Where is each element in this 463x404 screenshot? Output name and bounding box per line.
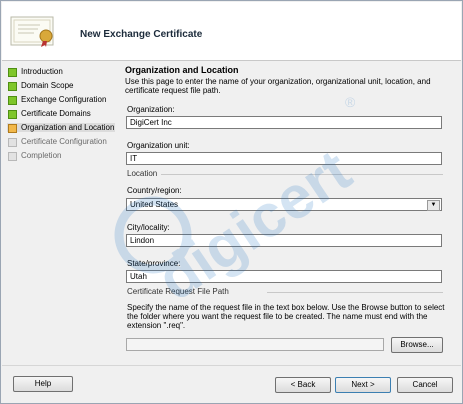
organization-input[interactable]: DigiCert Inc <box>126 116 442 129</box>
nav-item-label: Organization and Location <box>21 123 115 132</box>
state-label: State/province: <box>127 259 181 268</box>
help-button[interactable]: Help <box>13 376 73 392</box>
section-description: Use this page to enter the name of your … <box>125 77 431 95</box>
step-pending-icon <box>8 138 17 147</box>
location-section-label: Location <box>127 169 158 178</box>
step-done-icon <box>8 110 17 119</box>
nav-item-label: Exchange Configuration <box>21 95 107 104</box>
page-title: New Exchange Certificate <box>80 29 203 40</box>
back-button[interactable]: < Back <box>275 377 331 393</box>
nav-item-organization-location: Organization and Location <box>7 123 115 133</box>
country-select[interactable]: United States ▼ <box>126 198 442 211</box>
certificate-icon <box>10 16 54 47</box>
nav-item-label: Introduction <box>21 67 63 76</box>
nav-item-domain-scope: Domain Scope <box>7 81 115 91</box>
nav-item-label: Certificate Domains <box>21 109 91 118</box>
country-value: United States <box>130 200 179 209</box>
step-done-icon <box>8 96 17 105</box>
browse-button[interactable]: Browse... <box>391 337 443 353</box>
wizard-nav: Introduction Domain Scope Exchange Confi… <box>7 67 115 165</box>
next-button[interactable]: Next > <box>335 377 391 393</box>
dropdown-arrow-icon[interactable]: ▼ <box>427 200 440 211</box>
file-path-section-label: Certificate Request File Path <box>127 287 229 296</box>
cancel-button[interactable]: Cancel <box>397 377 453 393</box>
nav-item-completion: Completion <box>7 151 115 161</box>
nav-item-certificate-domains: Certificate Domains <box>7 109 115 119</box>
section-heading: Organization and Location <box>125 65 239 75</box>
nav-item-exchange-configuration: Exchange Configuration <box>7 95 115 105</box>
location-divider <box>161 174 443 175</box>
step-done-icon <box>8 68 17 77</box>
organization-label: Organization: <box>127 105 175 114</box>
file-path-description: Specify the name of the request file in … <box>127 303 445 330</box>
city-input[interactable]: Lindon <box>126 234 442 247</box>
step-done-icon <box>8 82 17 91</box>
state-input[interactable]: Utah <box>126 270 442 283</box>
country-label: Country/region: <box>127 186 182 195</box>
city-label: City/locality: <box>127 223 170 232</box>
nav-item-certificate-configuration: Certificate Configuration <box>7 137 115 147</box>
nav-item-label: Completion <box>21 151 62 160</box>
organization-unit-input[interactable]: IT <box>126 152 442 165</box>
wizard-header: New Exchange Certificate <box>2 2 461 61</box>
nav-item-introduction: Introduction <box>7 67 115 77</box>
step-pending-icon <box>8 152 17 161</box>
page-content: Organization and Location Use this page … <box>121 65 451 365</box>
nav-item-label: Domain Scope <box>21 81 74 90</box>
file-path-divider <box>267 292 443 293</box>
file-path-input[interactable] <box>126 338 384 351</box>
organization-unit-label: Organization unit: <box>127 141 190 150</box>
footer-divider <box>2 365 461 366</box>
wizard-window: New Exchange Certificate Introduction Do… <box>0 0 463 404</box>
step-current-icon <box>8 124 17 133</box>
nav-item-label: Certificate Configuration <box>21 137 107 146</box>
